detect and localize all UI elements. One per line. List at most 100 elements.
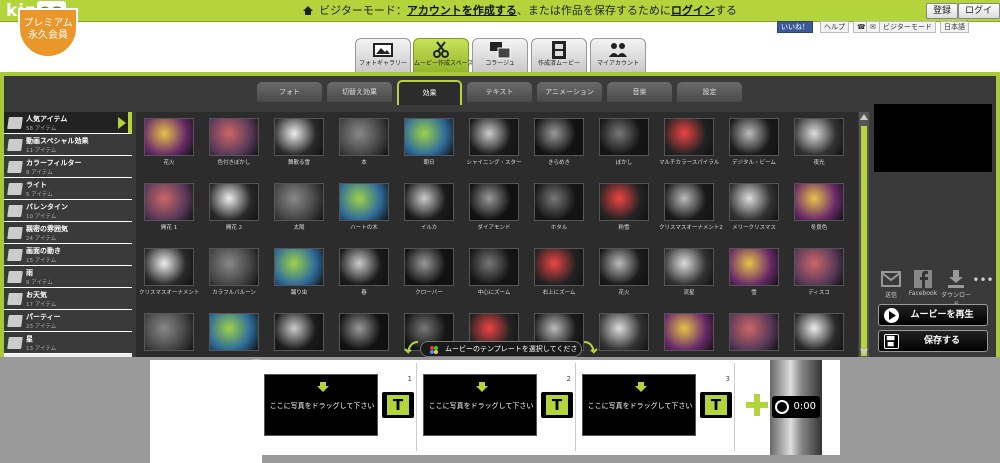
photo-drop-zone[interactable]: ここに写真をドラッグして下さい xyxy=(582,374,696,436)
category-item[interactable]: ライト 5 アイテム xyxy=(4,178,132,200)
register-button[interactable]: 登録 xyxy=(926,3,959,19)
mail-icon[interactable]: ✉ xyxy=(866,21,880,33)
effect-item[interactable] xyxy=(139,313,199,353)
help-button[interactable]: ヘルプ xyxy=(820,21,849,33)
category-item[interactable]: 画面の動き 15 アイテム xyxy=(4,244,132,266)
timeline-slot[interactable]: 2 ここに写真をドラッグして下さい T xyxy=(421,363,576,451)
subtab-text[interactable]: テキスト xyxy=(467,82,532,102)
add-text-button[interactable]: T xyxy=(541,392,573,418)
effect-item[interactable]: 右上にズーム xyxy=(529,248,589,296)
effect-item[interactable]: 花火 xyxy=(594,248,654,296)
mode-select[interactable]: ビジターモード xyxy=(879,21,936,33)
effect-item[interactable]: ぼかし xyxy=(594,118,654,166)
effect-item[interactable]: 色付きぼかし xyxy=(204,118,264,166)
effect-item[interactable]: 春 xyxy=(334,248,394,296)
effect-item[interactable]: ハートの木 xyxy=(334,183,394,231)
subtab-settings[interactable]: 設定 xyxy=(677,82,742,102)
scrollbar-thumb[interactable] xyxy=(861,126,867,356)
category-item[interactable]: バレンタイン 10 アイテム xyxy=(4,200,132,222)
effect-item[interactable]: 舞散る雪 xyxy=(269,118,329,166)
effect-item[interactable]: ホタル xyxy=(529,183,589,231)
effect-item[interactable]: イルカ xyxy=(399,183,459,231)
save-icon xyxy=(884,334,899,349)
effect-item[interactable] xyxy=(204,313,264,353)
add-text-button[interactable]: T xyxy=(700,392,732,418)
effect-item[interactable] xyxy=(594,313,654,353)
timeline-slot[interactable]: 3 ここに写真をドラッグして下さい T xyxy=(580,363,735,451)
subtab-photo[interactable]: フォト xyxy=(257,82,322,102)
subtab-music[interactable]: 音楽 xyxy=(607,82,672,102)
tab-collage[interactable]: コラージュ xyxy=(472,38,528,72)
share-facebook[interactable]: Facebook xyxy=(908,270,938,297)
effect-item[interactable]: 朝日 xyxy=(399,118,459,166)
save-button[interactable]: 保存する xyxy=(878,330,988,352)
effect-item[interactable]: 踊り虫 xyxy=(269,248,329,296)
effect-item[interactable]: クリスマスオーナメント xyxy=(139,248,199,296)
effect-item[interactable]: ダイアモンド xyxy=(464,183,524,231)
photo-drop-zone[interactable]: ここに写真をドラッグして下さい xyxy=(423,374,537,436)
create-account-link[interactable]: アカウントを作成する xyxy=(407,4,517,17)
login-button[interactable]: ログイン xyxy=(958,3,1000,30)
effect-item[interactable]: きらめき xyxy=(529,118,589,166)
effect-item[interactable] xyxy=(659,313,719,353)
effect-item[interactable] xyxy=(334,313,394,353)
effect-item[interactable]: カラフルバルーン xyxy=(204,248,264,296)
effect-item[interactable]: 開花 1 xyxy=(139,183,199,231)
effect-item[interactable]: 中心にズーム xyxy=(464,248,524,296)
timeline-slot[interactable]: 1 ここに写真をドラッグして下さい T xyxy=(262,363,417,451)
tab-movie-workspace[interactable]: ムービー作成スペース xyxy=(413,38,473,72)
share-download[interactable]: ダウンロード xyxy=(941,270,971,308)
slot-number: 3 xyxy=(725,375,730,383)
add-slot-icon[interactable] xyxy=(746,394,768,416)
tab-photo-gallery[interactable]: フォトギャラリー xyxy=(355,38,411,72)
effect-item[interactable]: クリスマスオーナメント2 xyxy=(659,183,723,231)
effect-item[interactable]: シャイニング・スター xyxy=(464,118,524,166)
effect-item[interactable]: 粉雪 xyxy=(594,183,654,231)
login-link[interactable]: ログイン xyxy=(671,4,715,17)
effect-item[interactable]: 花火 xyxy=(139,118,199,166)
play-movie-button[interactable]: ムービーを再生 xyxy=(878,304,988,326)
effect-item[interactable]: 流星 xyxy=(659,248,719,296)
effect-item[interactable] xyxy=(789,313,849,353)
category-item[interactable]: 星 13 アイテム xyxy=(4,332,132,354)
scroll-down-icon[interactable] xyxy=(860,349,868,355)
effect-thumbnail xyxy=(339,313,389,351)
subtab-transitions[interactable]: 切替え効果 xyxy=(327,82,392,102)
home-icon[interactable] xyxy=(303,6,314,15)
more-options-icon[interactable]: ••• xyxy=(972,273,994,287)
effect-item[interactable]: メリークリスマス xyxy=(724,183,784,231)
facebook-like-button[interactable]: いいね！ xyxy=(777,21,813,33)
category-item[interactable]: お天気 17 アイテム xyxy=(4,288,132,310)
category-name: 親密の雰囲気 xyxy=(26,225,68,233)
tab-my-account[interactable]: マイアカウント xyxy=(590,38,646,72)
effect-item[interactable]: 本 xyxy=(334,118,394,166)
effect-item[interactable]: デジタル・ビーム xyxy=(724,118,784,166)
effect-item[interactable]: 夜光 xyxy=(789,118,849,166)
effect-item[interactable]: 雪 xyxy=(724,248,784,296)
effect-item[interactable]: 太陽 xyxy=(269,183,329,231)
add-text-button[interactable]: T xyxy=(382,392,414,418)
photo-drop-zone[interactable]: ここに写真をドラッグして下さい xyxy=(264,374,378,436)
subtab-effects[interactable]: 効果 xyxy=(397,80,462,105)
tab-created-movies[interactable]: 作成済ムービー xyxy=(531,38,587,72)
category-item[interactable]: カラーフィルター 8 アイテム xyxy=(4,156,132,178)
effects-scrollbar[interactable] xyxy=(859,112,869,357)
effect-item[interactable]: マルチカラースパイラル xyxy=(659,118,719,166)
category-item[interactable]: 人気アイテム 58 アイテム xyxy=(4,112,132,134)
effect-item[interactable]: 開花 2 xyxy=(204,183,264,231)
category-item[interactable]: パーティー 23 アイテム xyxy=(4,310,132,332)
category-item[interactable]: 雨 9 アイテム xyxy=(4,266,132,288)
effect-item[interactable]: ディスコ xyxy=(789,248,849,296)
effect-item[interactable] xyxy=(269,313,329,353)
subtab-animation[interactable]: アニメーション xyxy=(537,82,602,102)
share-mail[interactable]: 送信 xyxy=(876,270,906,299)
scroll-up-icon[interactable] xyxy=(860,114,868,120)
effect-item[interactable]: クローバー xyxy=(399,248,459,296)
visitor-message: ビジターモード：アカウントを作成する、または作品を保存するためにログインする xyxy=(0,0,1000,22)
category-item[interactable]: 動画スペシャル効果 11 アイテム xyxy=(4,134,132,156)
language-select[interactable]: 日本語 xyxy=(940,21,969,33)
effect-item[interactable]: 冬景色 xyxy=(789,183,849,231)
category-item[interactable]: 親密の雰囲気 24 アイテム xyxy=(4,222,132,244)
timeline-curve xyxy=(150,359,262,463)
effect-item[interactable] xyxy=(724,313,784,353)
